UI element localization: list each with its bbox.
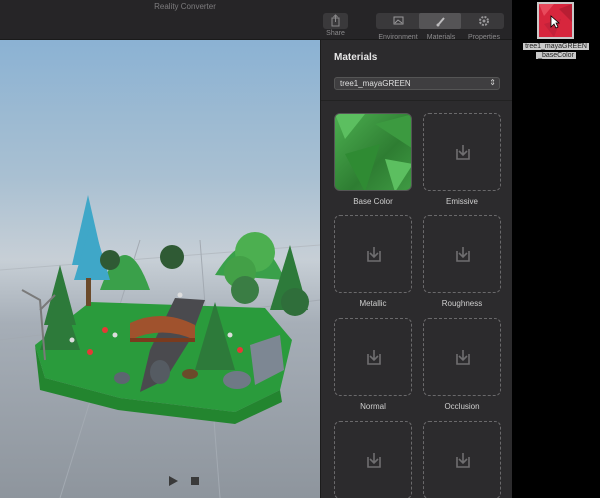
title-bar: Reality Converter Share Environment Mate… [0, 0, 512, 41]
share-icon [323, 13, 348, 29]
occlusion-label: Occlusion [444, 402, 480, 411]
download-tray-icon [367, 453, 381, 468]
base-color-texture-slot[interactable] [334, 113, 412, 191]
tab-environment[interactable]: Environment [377, 13, 419, 41]
texture-slot[interactable] [423, 421, 501, 498]
texture-slot[interactable] [334, 421, 412, 498]
mouse-cursor-icon [550, 15, 560, 29]
material-select[interactable]: tree1_mayaGREEN ⇕ [334, 77, 500, 90]
tab-properties[interactable]: Properties [463, 13, 505, 41]
reality-converter-window: Reality Converter Share Environment Mate… [0, 0, 512, 498]
stop-icon[interactable] [191, 477, 199, 485]
share-button[interactable]: Share [323, 13, 348, 39]
emissive-texture-slot[interactable] [423, 113, 501, 191]
window-title: Reality Converter [154, 2, 216, 11]
download-tray-icon [456, 247, 470, 262]
file-label-line2: _baseColor [536, 52, 576, 59]
download-tray-icon [456, 350, 470, 365]
base-color-texture-thumbnail [335, 114, 411, 190]
tab-materials[interactable]: Materials [420, 13, 462, 41]
metallic-label: Metallic [359, 299, 387, 308]
panel-divider [321, 100, 512, 101]
play-icon[interactable] [168, 476, 178, 486]
metallic-texture-slot[interactable] [334, 215, 412, 293]
normal-label: Normal [360, 402, 386, 411]
forest-scene-model[interactable] [0, 40, 320, 498]
share-label: Share [326, 30, 345, 37]
material-select-value: tree1_mayaGREEN [340, 79, 411, 88]
file-label-line1: tree1_mayaGREEN [523, 43, 589, 50]
materials-inspector-panel: Materials tree1_mayaGREEN ⇕ Base Color E… [320, 40, 512, 498]
emissive-label: Emissive [445, 197, 478, 206]
chevron-updown-icon: ⇕ [489, 78, 496, 87]
normal-texture-slot[interactable] [334, 318, 412, 396]
download-tray-icon [456, 145, 470, 160]
roughness-texture-slot[interactable] [423, 215, 501, 293]
environment-icon [393, 16, 404, 25]
roughness-label: Roughness [441, 299, 483, 308]
occlusion-texture-slot[interactable] [423, 318, 501, 396]
download-tray-icon [367, 350, 381, 365]
download-tray-icon [456, 453, 470, 468]
brush-icon [436, 17, 445, 27]
3d-viewport[interactable] [0, 40, 320, 498]
texture-file-label: tree1_mayaGREEN _baseColor [519, 42, 593, 60]
download-tray-icon [367, 247, 381, 262]
base-color-label: Base Color [353, 197, 393, 206]
gear-icon [479, 16, 489, 26]
panel-heading: Materials [334, 52, 378, 63]
